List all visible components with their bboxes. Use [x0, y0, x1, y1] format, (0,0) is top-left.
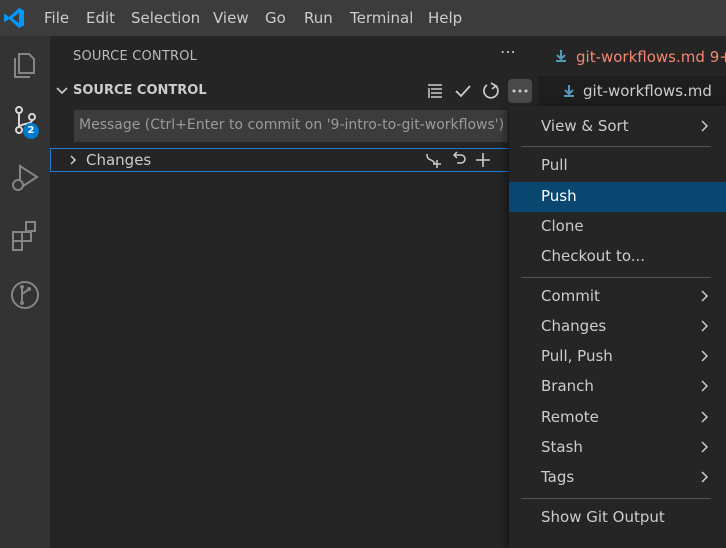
source-control-more-actions-menu: View & Sort Pull Push Clone Checkout to... Co…	[509, 106, 726, 548]
menu-item-label: Pull, Push	[541, 347, 613, 366]
menu-item-clone[interactable]: Clone	[509, 212, 726, 242]
commit-message-placeholder: Message (Ctrl+Enter to commit on '9-intr…	[79, 117, 505, 133]
submenu-chevron-icon	[701, 289, 709, 302]
commit-message-input[interactable]: Message (Ctrl+Enter to commit on '9-intr…	[74, 110, 508, 142]
menu-separator	[521, 146, 711, 148]
menu-go[interactable]: Go	[265, 0, 286, 36]
commit-check-icon[interactable]	[452, 80, 474, 102]
scm-count-badge: 2	[23, 123, 39, 139]
submenu-chevron-icon	[701, 411, 709, 423]
chevron-right-icon[interactable]	[67, 154, 79, 166]
menu-file[interactable]: File	[44, 0, 69, 36]
submenu-chevron-icon	[701, 471, 709, 483]
menu-item-view-sort[interactable]: View & Sort	[509, 112, 726, 142]
editor-tab-name: git-workflows.md	[576, 48, 705, 66]
menu-view[interactable]: View	[213, 0, 249, 36]
view-as-tree-icon[interactable]	[424, 80, 446, 102]
discard-changes-icon[interactable]	[449, 150, 469, 170]
menu-item-show-git-output[interactable]: Show Git Output	[509, 503, 726, 533]
menu-separator	[521, 497, 711, 499]
changes-label: Changes	[86, 151, 152, 169]
menu-item-tags[interactable]: Tags	[509, 463, 726, 493]
menu-item-label: Remote	[541, 407, 599, 426]
menu-item-changes[interactable]: Changes	[509, 312, 726, 342]
refresh-icon[interactable]	[480, 80, 502, 102]
submenu-chevron-icon	[701, 380, 709, 392]
menu-item-label: Branch	[541, 377, 594, 396]
submenu-chevron-icon	[701, 441, 709, 453]
sidebar-more-actions-icon[interactable]: ⋯	[500, 42, 516, 61]
menu-item-label: Show Git Output	[541, 507, 665, 526]
menu-item-label: Push	[541, 186, 577, 205]
menu-selection[interactable]: Selection	[131, 0, 200, 36]
menu-item-push[interactable]: Push	[509, 181, 726, 212]
menu-edit[interactable]: Edit	[86, 0, 115, 36]
ellipsis-icon[interactable]	[509, 80, 531, 102]
menu-item-pull-push[interactable]: Pull, Push	[509, 342, 726, 372]
menu-item-remote[interactable]: Remote	[509, 403, 726, 433]
menu-item-label: Changes	[541, 316, 607, 335]
changes-group-row[interactable]: Changes	[50, 148, 538, 172]
breadcrumb: git-workflows.md	[538, 76, 726, 106]
menu-item-pull[interactable]: Pull	[509, 151, 726, 181]
markdown-file-icon	[556, 50, 566, 62]
menu-bar: File Edit Selection View Go Run Terminal…	[0, 0, 726, 36]
sidebar-title: SOURCE CONTROL	[73, 49, 198, 64]
editor-tab-title[interactable]: git-workflows.md 9+,	[576, 48, 726, 66]
menu-item-commit[interactable]: Commit	[509, 282, 726, 312]
git-graph-icon[interactable]	[5, 274, 45, 314]
vscode-logo-icon	[4, 8, 24, 28]
breadcrumb-file[interactable]: git-workflows.md	[583, 82, 712, 100]
chevron-down-icon[interactable]	[55, 84, 69, 98]
source-control-sidebar: SOURCE CONTROL ⋯ SOURCE CONTROL Message …	[50, 36, 538, 548]
menu-item-label: Checkout to...	[541, 247, 646, 266]
menu-item-checkout-to[interactable]: Checkout to...	[509, 242, 726, 272]
extensions-icon[interactable]	[5, 216, 45, 256]
explorer-icon[interactable]	[5, 44, 45, 84]
menu-item-label: Pull	[541, 156, 568, 175]
menu-item-branch[interactable]: Branch	[509, 372, 726, 402]
section-title: SOURCE CONTROL	[73, 83, 207, 98]
menu-item-label: Stash	[541, 438, 583, 456]
editor-tab-bar: git-workflows.md 9+,	[538, 36, 726, 76]
menu-separator	[521, 276, 711, 278]
run-debug-icon[interactable]	[5, 158, 45, 198]
markdown-file-icon	[564, 85, 574, 97]
submenu-chevron-icon	[701, 320, 709, 332]
menu-item-label: Clone	[541, 216, 584, 235]
open-changes-icon[interactable]	[423, 150, 443, 170]
submenu-chevron-icon	[701, 350, 709, 362]
menu-run[interactable]: Run	[304, 0, 333, 36]
menu-item-label: View & Sort	[541, 117, 629, 135]
menu-item-label: Commit	[541, 286, 600, 305]
menu-help[interactable]: Help	[428, 0, 462, 36]
submenu-chevron-icon	[701, 120, 709, 132]
stage-all-icon[interactable]	[473, 150, 493, 170]
menu-item-label: Tags	[541, 468, 575, 487]
editor-tab-problems-count: 9+,	[709, 48, 726, 66]
menu-item-stash[interactable]: Stash	[509, 433, 726, 463]
menu-terminal[interactable]: Terminal	[350, 0, 413, 36]
